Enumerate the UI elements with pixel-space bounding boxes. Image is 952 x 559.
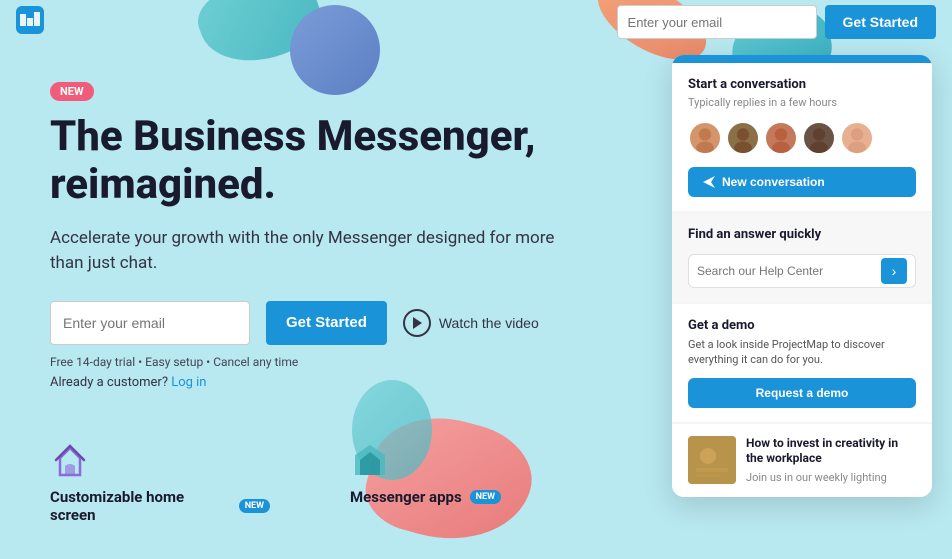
login-link[interactable]: Log in bbox=[171, 375, 206, 390]
widget-conversation-section: Start a conversation Typically replies i… bbox=[672, 63, 932, 211]
feature-badge-home-screen: NEW bbox=[239, 499, 270, 513]
hero-title: The Business Messenger, reimagined. bbox=[50, 113, 570, 210]
request-demo-button[interactable]: Request a demo bbox=[688, 378, 916, 408]
widget-search-section: Find an answer quickly › bbox=[672, 213, 932, 302]
feature-title-messenger-apps: Messenger apps NEW bbox=[350, 488, 501, 506]
new-badge: NEW bbox=[50, 82, 94, 101]
hero-section: NEW The Business Messenger, reimagined. … bbox=[50, 80, 570, 390]
hero-cta-row: Get Started Watch the video bbox=[50, 301, 570, 345]
hero-login-text: Already a customer? Log in bbox=[50, 375, 570, 390]
watch-video-button[interactable]: Watch the video bbox=[403, 309, 539, 337]
widget-article-section: How to invest in creativity in the workp… bbox=[672, 424, 932, 497]
hero-email-input[interactable] bbox=[50, 301, 250, 345]
logo bbox=[16, 6, 44, 38]
nav-right: Get Started bbox=[617, 5, 936, 39]
play-icon bbox=[403, 309, 431, 337]
new-conversation-button[interactable]: New conversation bbox=[688, 167, 916, 197]
top-navigation: Get Started bbox=[0, 0, 952, 44]
new-convo-label: New conversation bbox=[722, 175, 825, 189]
hero-meta-text: Free 14-day trial • Easy setup • Cancel … bbox=[50, 355, 570, 369]
widget-conversation-title: Start a conversation bbox=[688, 77, 916, 92]
nav-get-started-button[interactable]: Get Started bbox=[825, 5, 936, 39]
avatar-1 bbox=[688, 121, 722, 155]
messenger-apps-icon bbox=[350, 440, 390, 480]
hero-subtitle: Accelerate your growth with the only Mes… bbox=[50, 226, 570, 277]
article-title: How to invest in creativity in the workp… bbox=[746, 436, 916, 467]
avatar-row bbox=[688, 121, 916, 155]
widget-demo-description: Get a look inside ProjectMap to discover… bbox=[688, 337, 916, 368]
avatar-5 bbox=[840, 121, 874, 155]
article-thumbnail bbox=[688, 436, 736, 484]
send-icon bbox=[702, 175, 716, 189]
avatar-3 bbox=[764, 121, 798, 155]
feature-item-home-screen: Customizable home screen NEW bbox=[0, 424, 300, 540]
widget-demo-title: Get a demo bbox=[688, 318, 916, 333]
watch-video-label: Watch the video bbox=[439, 315, 539, 331]
search-row: › bbox=[688, 254, 916, 288]
widget-conversation-subtitle: Typically replies in a few hours bbox=[688, 96, 916, 109]
home-screen-icon bbox=[50, 440, 90, 480]
feature-title-home-screen: Customizable home screen NEW bbox=[50, 488, 270, 524]
messenger-widget: Start a conversation Typically replies i… bbox=[672, 55, 932, 497]
widget-demo-section: Get a demo Get a look inside ProjectMap … bbox=[672, 304, 932, 422]
hero-get-started-button[interactable]: Get Started bbox=[266, 301, 387, 345]
nav-email-input[interactable] bbox=[617, 5, 817, 39]
avatar-4 bbox=[802, 121, 836, 155]
help-search-input[interactable] bbox=[697, 264, 875, 278]
article-subtitle: Join us in our weekly lighting bbox=[746, 471, 916, 485]
avatar-2 bbox=[726, 121, 760, 155]
play-triangle-icon bbox=[413, 317, 422, 329]
widget-blue-header bbox=[672, 55, 932, 63]
search-button[interactable]: › bbox=[881, 258, 907, 284]
article-text: How to invest in creativity in the workp… bbox=[746, 436, 916, 485]
bottom-features: Customizable home screen NEW Messenger a… bbox=[0, 424, 600, 540]
feature-item-messenger-apps: Messenger apps NEW bbox=[300, 424, 600, 540]
feature-badge-messenger-apps: NEW bbox=[470, 490, 501, 504]
widget-search-title: Find an answer quickly bbox=[688, 227, 916, 242]
